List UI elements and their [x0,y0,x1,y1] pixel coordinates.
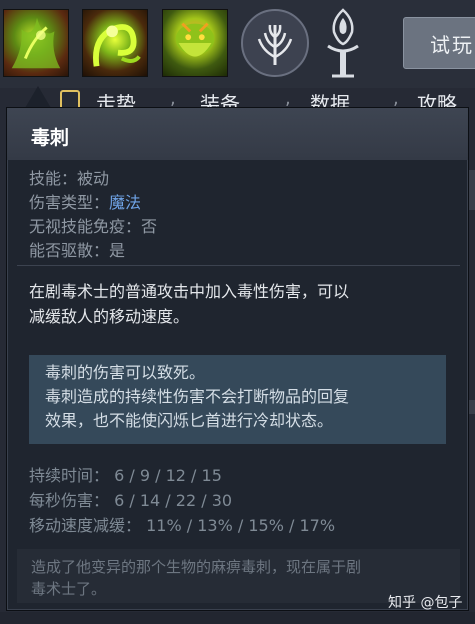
background-row-peek [0,612,475,624]
watermark: 知乎 @包子 [388,595,463,611]
talent-tree-icon[interactable] [241,9,309,77]
attr-label: 持续时间： [29,466,110,485]
ability-serpent-icon[interactable] [82,9,148,77]
lore-line: 造成了他变异的那个生物的麻痹毒刺，现在属于剧 [31,558,362,576]
ability-2-art [93,24,141,67]
stat-label: 技能： [29,169,78,188]
stat-pierce-immunity: 无视技能免疫：否 [29,213,157,237]
description-line: 在剧毒术士的普通攻击中加入毒性伤害，可以 [29,282,350,301]
attr-value: 11% / 13% / 15% / 17% [146,516,336,535]
ability-1-art [11,17,61,69]
stat-label: 伤害类型： [29,193,110,212]
try-button[interactable]: 试玩 [403,17,475,69]
tab-separator: , [393,88,399,109]
ability-bar: 试玩 [0,0,475,88]
note-line: 毒刺的伤害可以致死。 [45,363,206,382]
attr-label: 移动速度减缓： [29,516,142,535]
attr-duration: 持续时间： 6 / 9 / 12 / 15 [29,462,222,486]
background-panel-edge [469,170,475,210]
tab-separator: , [285,88,291,109]
stat-value: 是 [109,241,126,260]
attr-movement-slow: 移动速度减缓： 11% / 13% / 15% / 17% [29,512,335,536]
tab-separator: , [170,88,176,109]
ability-title: 毒刺 [31,127,70,149]
aghanims-scepter-icon[interactable] [318,6,368,82]
attr-damage-per-second: 每秒伤害： 6 / 14 / 22 / 30 [29,487,232,511]
ability-poison-sting-icon[interactable] [3,9,69,77]
stat-label: 能否驱散： [29,241,110,260]
stat-ability-type: 技能：被动 [29,165,109,189]
stat-value: 否 [141,217,158,236]
description-line: 减缓敌人的移动速度。 [29,307,190,326]
tooltip-pointer [25,86,51,108]
attr-label: 每秒伤害： [29,491,110,510]
ability-description: 在剧毒术士的普通攻击中加入毒性伤害，可以 减缓敌人的移动速度。 [29,279,449,329]
divider [17,265,460,266]
ability-3-art [175,22,215,57]
stat-label: 无视技能免疫： [29,217,142,236]
stat-value: 被动 [77,169,110,188]
tooltip-header: 毒刺 [7,108,468,160]
note-line: 效果，也不能使闪烁匕首进行冷却状态。 [45,411,334,430]
background-panel-edge [469,400,475,414]
tree-glyph [257,24,293,65]
ability-tooltip: 毒刺 技能：被动 伤害类型：魔法 无视技能免疫：否 能否驱散：是 在剧毒术士的普… [6,107,469,611]
stat-damage-type: 伤害类型：魔法 [29,189,141,213]
stat-dispellable: 能否驱散：是 [29,237,125,261]
ability-notes: 毒刺的伤害可以致死。 毒刺造成的持续性伤害不会打断物品的回复 效果，也不能使闪烁… [29,355,446,444]
attr-value: 6 / 14 / 22 / 30 [114,491,233,510]
stat-value: 魔法 [109,193,142,212]
attr-value: 6 / 9 / 12 / 15 [114,466,222,485]
note-line: 毒刺造成的持续性伤害不会打断物品的回复 [45,387,350,406]
ability-venom-head-icon[interactable] [162,9,228,77]
